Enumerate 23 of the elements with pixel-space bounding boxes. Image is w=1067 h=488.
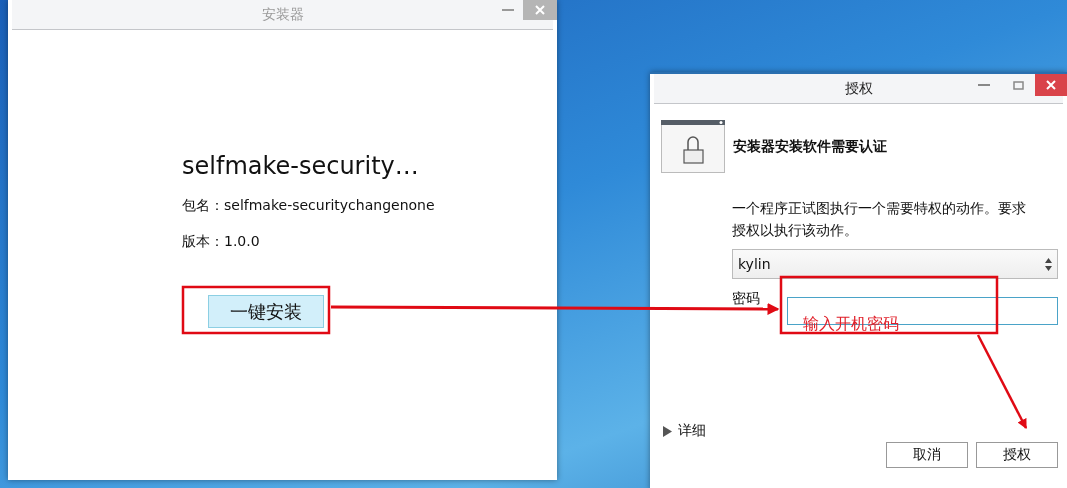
close-button[interactable]	[523, 0, 557, 20]
cancel-button[interactable]: 取消	[886, 442, 968, 468]
auth-heading: 安装器安装软件需要认证	[733, 137, 887, 156]
window-title: 安装器	[261, 5, 304, 24]
lock-window-icon	[661, 120, 725, 173]
package-title: selfmake-security…	[182, 152, 419, 180]
install-button[interactable]: 一键安装	[208, 295, 324, 328]
close-button[interactable]	[1035, 74, 1067, 96]
close-icon	[535, 5, 545, 15]
auth-message: 一个程序正试图执行一个需要特权的动作。要求授权以执行该动作。	[732, 199, 1027, 240]
version-text: 版本：1.0.0	[182, 233, 260, 251]
details-toggle[interactable]: 详细	[661, 422, 706, 440]
package-name: 包名：selfmake-securitychangenone	[182, 197, 435, 215]
expand-triangle-icon	[663, 425, 672, 437]
window-title: 授权	[844, 79, 873, 98]
password-label: 密码	[732, 289, 761, 306]
maximize-icon	[1012, 80, 1024, 90]
updown-icon	[1045, 257, 1052, 271]
authorize-button[interactable]: 授权	[976, 442, 1058, 468]
minimize-icon	[978, 84, 990, 86]
user-select[interactable]: kylin	[732, 249, 1058, 279]
close-icon	[1046, 80, 1056, 90]
minimize-icon	[502, 9, 514, 11]
